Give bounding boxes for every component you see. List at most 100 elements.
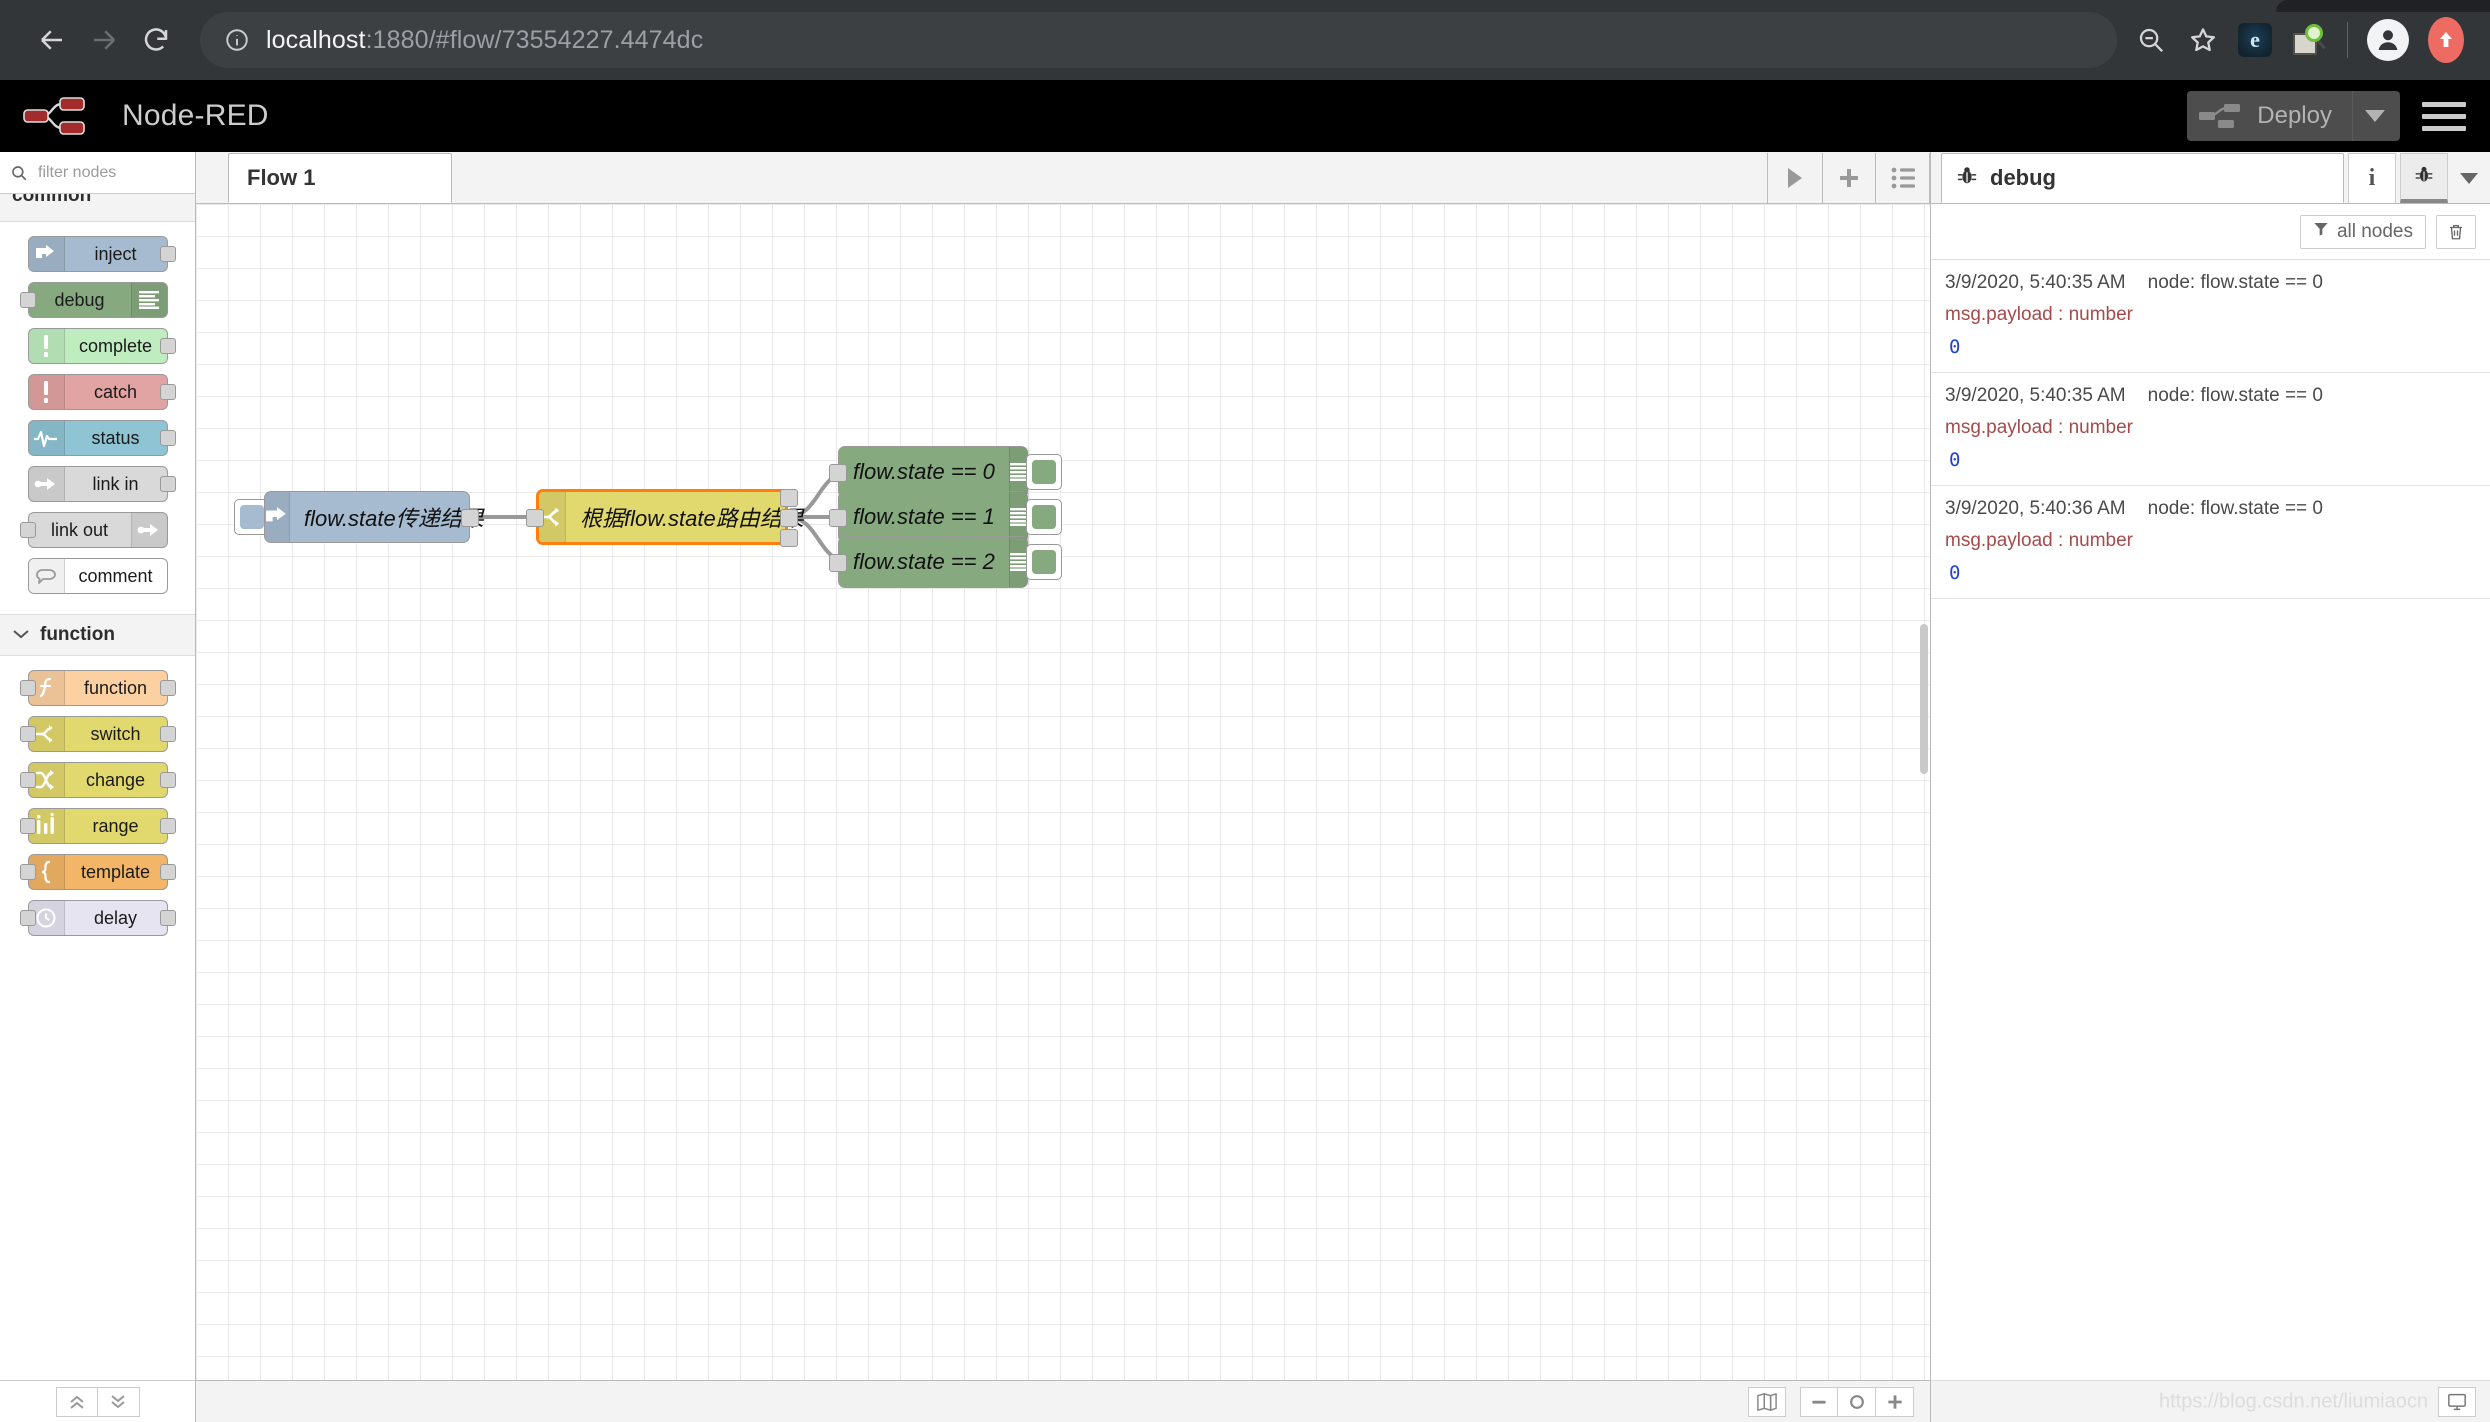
- inject-trigger-inner: [240, 505, 264, 529]
- palette-node-template[interactable]: template: [28, 854, 168, 890]
- zoom-out-icon[interactable]: [2127, 16, 2175, 64]
- debug-message[interactable]: 3/9/2020, 5:40:36 AM node: flow.state ==…: [1931, 486, 2490, 599]
- debug-message-list[interactable]: 3/9/2020, 5:40:35 AM node: flow.state ==…: [1931, 260, 2490, 1380]
- node-input-port[interactable]: [20, 680, 36, 696]
- tab-debug[interactable]: debug: [1941, 153, 2344, 203]
- url-host: localhost: [266, 26, 366, 54]
- palette-node-link-out[interactable]: link out: [28, 512, 168, 548]
- node-input-port[interactable]: [20, 522, 36, 538]
- node-output-port[interactable]: [160, 338, 176, 354]
- node-input-port[interactable]: [20, 910, 36, 926]
- palette-node-range[interactable]: range: [28, 808, 168, 844]
- deploy-button[interactable]: Deploy: [2187, 91, 2400, 141]
- palette-node-inject[interactable]: inject: [28, 236, 168, 272]
- zoom-plus-icon[interactable]: [1876, 1387, 1914, 1417]
- node-input-port[interactable]: [829, 554, 847, 572]
- zoom-reset-circle-icon[interactable]: [1838, 1387, 1876, 1417]
- node-input-port[interactable]: [829, 464, 847, 482]
- node-output-port[interactable]: [160, 726, 176, 742]
- node-output-port-0[interactable]: [780, 489, 798, 507]
- debug-message-head: 3/9/2020, 5:40:35 AM node: flow.state ==…: [1945, 272, 2476, 294]
- node-output-port[interactable]: [160, 384, 176, 400]
- node-output-port[interactable]: [160, 772, 176, 788]
- update-arrow-icon[interactable]: [2416, 16, 2464, 64]
- palette-node-status[interactable]: status: [28, 420, 168, 456]
- sidebar-tab-label: debug: [1990, 165, 2056, 191]
- node-output-port[interactable]: [160, 864, 176, 880]
- palette-node-debug[interactable]: debug: [28, 282, 168, 318]
- profile-avatar-icon[interactable]: [2364, 16, 2412, 64]
- deploy-dropdown-button[interactable]: [2352, 91, 2396, 141]
- palette-node-link-in[interactable]: link in: [28, 466, 168, 502]
- extension-icon[interactable]: e: [2231, 16, 2279, 64]
- node-input-port[interactable]: [526, 509, 544, 527]
- palette-node-comment[interactable]: comment: [28, 558, 168, 594]
- node-output-port[interactable]: [461, 509, 479, 527]
- zoom-controls: [1800, 1387, 1914, 1417]
- zoom-minus-icon[interactable]: [1800, 1387, 1838, 1417]
- address-bar[interactable]: localhost:1880/#flow/73554227.4474dc: [200, 12, 2117, 68]
- list-menu-icon[interactable]: [1876, 153, 1930, 203]
- debug-node-toggle-2[interactable]: [1026, 544, 1062, 580]
- flow-node-inject[interactable]: flow.state传递结果: [264, 491, 470, 543]
- palette-node-change[interactable]: change: [28, 762, 168, 798]
- monitor-icon[interactable]: [2438, 1387, 2476, 1417]
- node-input-port[interactable]: [20, 818, 36, 834]
- navigator-map-icon[interactable]: [1748, 1387, 1786, 1417]
- flow-node-debug-2[interactable]: flow.state == 2: [838, 536, 1028, 588]
- browser-reload-button[interactable]: [130, 14, 182, 66]
- flow-node-switch[interactable]: 根据flow.state路由结果: [536, 489, 788, 545]
- sidebar-expand-button[interactable]: [2448, 153, 2490, 203]
- debug-message-node: node: flow.state == 0: [2148, 498, 2323, 520]
- palette-node-switch[interactable]: switch: [28, 716, 168, 752]
- palette-scroll-area[interactable]: common inject debug: [0, 194, 195, 1422]
- node-input-port[interactable]: [20, 772, 36, 788]
- palette-node-catch[interactable]: catch: [28, 374, 168, 410]
- hamburger-menu-icon[interactable]: [2422, 98, 2466, 135]
- node-output-port-2[interactable]: [780, 529, 798, 547]
- browser-back-button[interactable]: [26, 14, 78, 66]
- star-icon[interactable]: [2179, 16, 2227, 64]
- flow-node-label: flow.state == 0: [839, 459, 1009, 485]
- site-info-icon[interactable]: [222, 25, 252, 55]
- node-output-port[interactable]: [160, 430, 176, 446]
- canvas-vertical-scrollbar[interactable]: [1920, 624, 1928, 774]
- flow-tab-flow-1[interactable]: Flow 1: [228, 153, 452, 203]
- node-output-port[interactable]: [160, 680, 176, 696]
- palette-node-delay[interactable]: delay: [28, 900, 168, 936]
- debug-sidebar: debug i: [1930, 152, 2490, 1422]
- chevron-double-up-icon[interactable]: [56, 1387, 98, 1417]
- palette-category-common[interactable]: common: [0, 194, 195, 222]
- debug-toggle-inner: [1032, 505, 1056, 529]
- debug-node-toggle-0[interactable]: [1026, 454, 1062, 490]
- node-output-port[interactable]: [160, 476, 176, 492]
- palette-search[interactable]: filter nodes: [0, 152, 195, 194]
- node-input-port[interactable]: [20, 864, 36, 880]
- play-triangle-icon[interactable]: [1768, 153, 1822, 203]
- sidebar-info-tab[interactable]: i: [2348, 153, 2396, 203]
- debug-message-value: 0: [1945, 336, 2476, 358]
- node-input-port[interactable]: [20, 292, 36, 308]
- debug-message[interactable]: 3/9/2020, 5:40:35 AM node: flow.state ==…: [1931, 260, 2490, 373]
- debug-clear-button[interactable]: [2436, 215, 2476, 249]
- node-input-port[interactable]: [20, 726, 36, 742]
- debug-message[interactable]: 3/9/2020, 5:40:35 AM node: flow.state ==…: [1931, 373, 2490, 486]
- node-output-port[interactable]: [160, 818, 176, 834]
- sidebar-debug-tab[interactable]: [2400, 153, 2448, 203]
- node-output-port[interactable]: [160, 910, 176, 926]
- debug-node-toggle-1[interactable]: [1026, 499, 1062, 535]
- node-input-port[interactable]: [829, 509, 847, 527]
- debug-message-node: node: flow.state == 0: [2148, 385, 2323, 407]
- add-flow-button[interactable]: [1822, 153, 1876, 203]
- debug-filter-button[interactable]: all nodes: [2300, 215, 2426, 249]
- chevron-double-down-icon[interactable]: [98, 1387, 140, 1417]
- magnifier-extension-icon[interactable]: [2283, 16, 2331, 64]
- palette-node-complete[interactable]: complete: [28, 328, 168, 364]
- flow-canvas[interactable]: flow.state传递结果 根据flow.state路由结果: [196, 204, 1930, 1380]
- browser-forward-button[interactable]: [78, 14, 130, 66]
- palette-category-function[interactable]: function: [0, 614, 195, 656]
- node-output-port[interactable]: [160, 246, 176, 262]
- node-output-port-1[interactable]: [780, 509, 798, 527]
- palette-node-function[interactable]: function: [28, 670, 168, 706]
- palette-category-common-body: inject debug: [0, 222, 195, 614]
